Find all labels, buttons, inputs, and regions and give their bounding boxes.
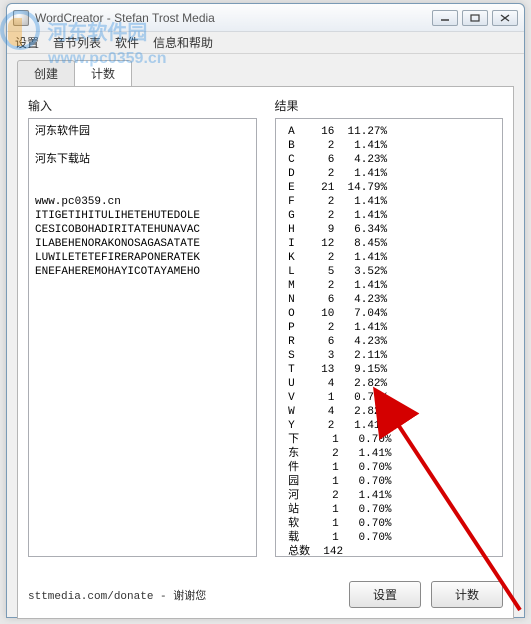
input-textarea[interactable]: 河东软件园 河东下载站 www.pc0359.cn ITIGETIHITULIH… (28, 118, 257, 557)
tab-count[interactable]: 计数 (74, 60, 132, 86)
menu-help[interactable]: 信息和帮助 (153, 34, 213, 51)
menu-settings[interactable]: 设置 (15, 34, 39, 51)
tabbar: 创建 计数 (7, 54, 524, 86)
titlebar[interactable]: WordCreator - Stefan Trost Media (7, 4, 524, 32)
menu-software[interactable]: 软件 (115, 34, 139, 51)
result-label: 结果 (275, 97, 504, 114)
donate-link[interactable]: sttmedia.com/donate - 谢谢您 (28, 587, 206, 603)
maximize-button[interactable] (462, 10, 488, 26)
tab-panel-count: 输入 河东软件园 河东下载站 www.pc0359.cn ITIGETIHITU… (17, 86, 514, 619)
app-window: WordCreator - Stefan Trost Media 设置 音节列表… (6, 3, 525, 618)
settings-button[interactable]: 设置 (349, 581, 421, 608)
tab-create[interactable]: 创建 (17, 60, 75, 86)
input-label: 输入 (28, 97, 257, 114)
close-icon (500, 14, 510, 22)
menu-syllable-list[interactable]: 音节列表 (53, 34, 101, 51)
app-icon (13, 10, 29, 26)
close-button[interactable] (492, 10, 518, 26)
window-title: WordCreator - Stefan Trost Media (35, 11, 215, 25)
count-button[interactable]: 计数 (431, 581, 503, 608)
minimize-button[interactable] (432, 10, 458, 26)
menubar: 设置 音节列表 软件 信息和帮助 (7, 32, 524, 54)
minimize-icon (440, 14, 450, 22)
maximize-icon (470, 14, 480, 22)
result-textarea[interactable]: A 16 11.27% B 2 1.41% C 6 4.23% D 2 1.41… (275, 118, 504, 557)
